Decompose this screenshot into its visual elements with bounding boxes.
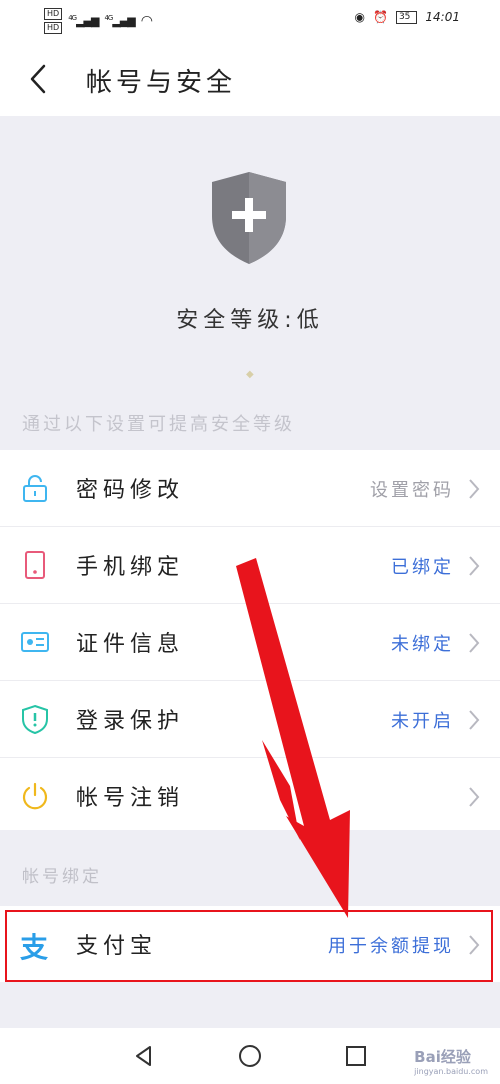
chevron-right-icon — [469, 787, 480, 807]
row-label: 密码修改 — [76, 478, 185, 503]
security-hint: 通过以下设置可提高安全等级 — [22, 414, 295, 435]
highlight-box — [5, 910, 493, 982]
row-label: 帐号注销 — [76, 786, 185, 811]
power-icon — [22, 782, 48, 810]
signal-icon: 4G▂▄▆ — [68, 14, 99, 28]
shield-alert-icon — [22, 704, 48, 734]
wifi-icon: ◠ — [140, 13, 153, 29]
row-value: 未绑定 — [391, 634, 454, 655]
chevron-right-icon — [469, 710, 480, 730]
triangle-back-icon[interactable] — [132, 1044, 156, 1068]
row-value: 已绑定 — [391, 557, 454, 578]
chevron-right-icon — [469, 633, 480, 653]
row-label: 手机绑定 — [76, 555, 185, 580]
eye-icon: ◉ — [354, 10, 365, 24]
row-phone[interactable]: 手机绑定 已绑定 — [0, 527, 500, 604]
status-left: HD HD 4G▂▄▆ 4G▂▄▆ ◠ — [44, 8, 153, 34]
status-right: ◉ ⏰ 35 14:01 — [355, 10, 460, 24]
row-account-cancel[interactable]: 帐号注销 — [0, 758, 500, 834]
signal-icon-2: 4G▂▄▆ — [104, 14, 135, 28]
row-value: 未开启 — [391, 711, 454, 732]
alarm-icon: ⏰ — [373, 10, 388, 24]
security-level: 安全等级:低 — [176, 308, 324, 333]
hd-badge: HD HD — [44, 8, 63, 34]
status-time: 14:01 — [425, 10, 460, 24]
id-card-icon — [21, 632, 49, 652]
square-recent-icon[interactable] — [344, 1044, 368, 1068]
status-bar: HD HD 4G▂▄▆ 4G▂▄▆ ◠ ◉ ⏰ 35 14:01 — [0, 0, 500, 40]
row-login-protection[interactable]: 登录保护 未开启 — [0, 681, 500, 758]
header: 帐号与安全 — [0, 40, 500, 116]
row-value: 设置密码 — [370, 480, 454, 501]
nav-bar: Bai经验 jingyan.baidu.com — [0, 1028, 500, 1084]
row-label: 登录保护 — [76, 709, 185, 734]
chevron-right-icon — [469, 479, 480, 499]
shield-plus-icon — [212, 172, 286, 264]
chevron-right-icon — [469, 556, 480, 576]
binding-section-header: 帐号绑定 — [0, 830, 500, 906]
chevron-left-icon[interactable] — [24, 62, 54, 96]
page-title: 帐号与安全 — [86, 68, 237, 98]
decor-dot: ◆ — [246, 369, 254, 380]
row-id-info[interactable]: 证件信息 未绑定 — [0, 604, 500, 681]
settings-list: 密码修改 设置密码 手机绑定 已绑定 证件信息 未绑定 登录保护 未开启 帐号注… — [0, 450, 500, 834]
watermark: Bai经验 jingyan.baidu.com — [414, 1048, 488, 1076]
phone-icon — [25, 551, 45, 579]
lock-icon — [23, 475, 47, 502]
bottom-spacer — [0, 982, 500, 1028]
row-password[interactable]: 密码修改 设置密码 — [0, 450, 500, 527]
security-hero: 安全等级:低 ◆ 通过以下设置可提高安全等级 — [0, 116, 500, 450]
binding-caption: 帐号绑定 — [22, 867, 102, 887]
battery-icon: 35 — [395, 10, 418, 24]
row-label: 证件信息 — [76, 632, 185, 657]
circle-home-icon[interactable] — [238, 1044, 262, 1068]
